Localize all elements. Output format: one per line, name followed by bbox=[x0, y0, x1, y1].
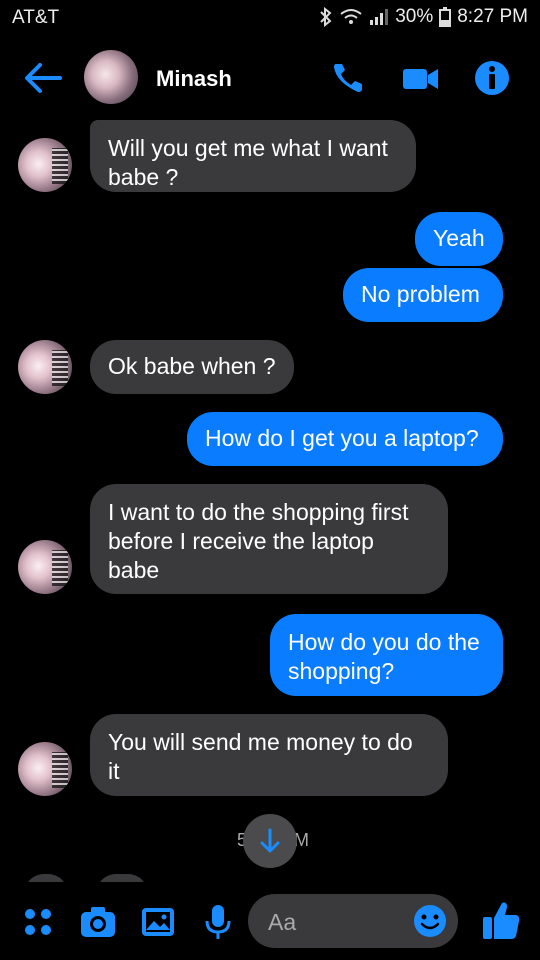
message-incoming[interactable]: Ok babe when ? bbox=[90, 340, 294, 394]
sender-avatar bbox=[18, 540, 72, 594]
emoji-icon[interactable] bbox=[412, 903, 448, 939]
back-arrow-icon[interactable] bbox=[22, 60, 62, 96]
message-incoming[interactable]: You will send me money to do it bbox=[90, 714, 448, 796]
carrier-label: AT&T bbox=[12, 7, 60, 28]
message-input[interactable] bbox=[266, 894, 410, 950]
wifi-icon bbox=[340, 9, 362, 24]
message-outgoing[interactable]: Yeah bbox=[415, 212, 503, 266]
sender-avatar bbox=[18, 138, 72, 192]
camera-icon[interactable] bbox=[78, 902, 118, 942]
message-outgoing[interactable]: No problem bbox=[343, 268, 503, 322]
more-options-icon[interactable] bbox=[18, 902, 58, 942]
thumbs-up-icon[interactable] bbox=[480, 898, 522, 942]
status-icons: 30% 8:27 PM bbox=[319, 6, 528, 28]
message-outgoing[interactable]: How do you do the shopping? bbox=[270, 614, 503, 696]
message-list[interactable]: Will you get me what I want babe ? Yeah … bbox=[0, 120, 540, 882]
clock: 8:27 PM bbox=[457, 6, 528, 27]
message-composer[interactable] bbox=[248, 894, 458, 950]
sender-avatar bbox=[18, 340, 72, 394]
status-bar: AT&T 30% 8:27 PM bbox=[0, 0, 540, 36]
arrow-down-icon bbox=[260, 828, 280, 853]
contact-avatar[interactable] bbox=[84, 50, 138, 104]
message-outgoing[interactable]: How do I get you a laptop? bbox=[187, 412, 503, 466]
signal-icon bbox=[370, 9, 389, 25]
conversation-header: Minash bbox=[0, 36, 540, 120]
gallery-icon[interactable] bbox=[138, 902, 178, 942]
scroll-to-bottom-button[interactable] bbox=[243, 814, 297, 868]
message-incoming[interactable]: Will you get me what I want babe ? bbox=[90, 120, 416, 192]
composer-toolbar bbox=[0, 882, 540, 960]
video-call-icon[interactable] bbox=[400, 58, 440, 98]
microphone-icon[interactable] bbox=[198, 902, 238, 942]
sender-avatar bbox=[18, 742, 72, 796]
battery-percent: 30% bbox=[395, 6, 434, 27]
phone-call-icon[interactable] bbox=[328, 58, 368, 98]
contact-name[interactable]: Minash bbox=[156, 66, 232, 92]
bluetooth-icon bbox=[320, 7, 332, 27]
info-icon[interactable] bbox=[472, 58, 512, 98]
message-incoming[interactable]: I want to do the shopping first before I… bbox=[90, 484, 448, 594]
battery-icon bbox=[439, 7, 452, 27]
